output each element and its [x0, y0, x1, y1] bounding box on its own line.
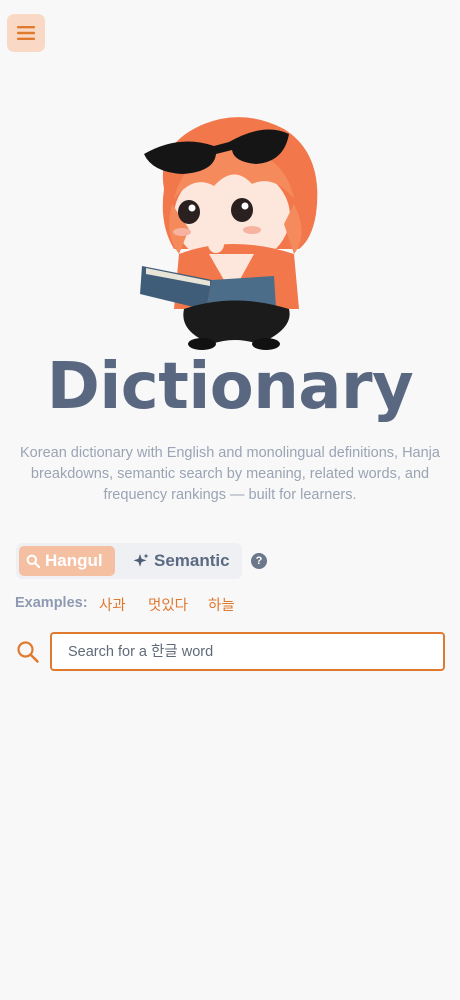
menu-button[interactable]	[7, 14, 45, 52]
semantic-mode-label: Semantic	[154, 551, 230, 570]
sparkle-icon	[133, 553, 149, 567]
hangul-mode-label: Hangul	[45, 551, 103, 570]
hangul-mode-button[interactable]: Hangul	[19, 546, 115, 576]
example-link[interactable]: 멋있다	[148, 594, 188, 615]
example-link[interactable]: 사과	[99, 594, 126, 615]
search-icon	[16, 640, 40, 664]
hamburger-icon	[17, 26, 35, 40]
search-mode-toggle: Hangul Semantic	[16, 543, 242, 579]
example-link[interactable]: 하늘	[208, 594, 235, 615]
search-icon	[26, 554, 40, 568]
search-input[interactable]	[50, 632, 445, 671]
mascot-image	[140, 117, 318, 350]
page-title: Dictionary	[46, 350, 414, 424]
page-subtitle: Korean dictionary with English and monol…	[20, 445, 440, 503]
examples-label: Examples:	[15, 595, 88, 611]
semantic-mode-button[interactable]: Semantic	[126, 546, 238, 576]
help-icon[interactable]: ?	[251, 553, 267, 569]
